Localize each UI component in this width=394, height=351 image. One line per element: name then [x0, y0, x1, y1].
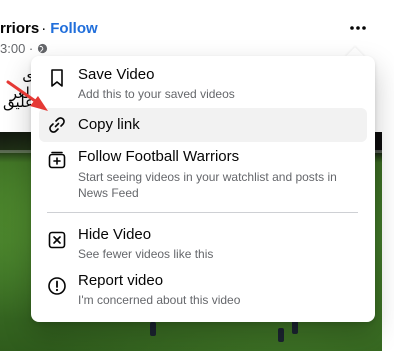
menu-item-hide-video[interactable]: Hide Video See fewer videos like this — [39, 220, 367, 266]
post-meta: 3:00 · — [0, 41, 48, 56]
globe-icon — [38, 43, 48, 54]
author-name[interactable]: rriors — [0, 20, 39, 37]
menu-divider — [47, 212, 358, 213]
menu-item-report-video[interactable]: Report video I'm concerned about this vi… — [39, 266, 367, 314]
report-alert-icon — [48, 277, 66, 295]
post-header: rriors · Follow — [0, 18, 98, 38]
menu-item-title: Report video — [78, 272, 164, 289]
more-options-button[interactable] — [344, 14, 372, 42]
menu-item-title: Copy link — [78, 116, 140, 133]
menu-item-title: Hide Video — [78, 226, 152, 243]
header-separator: · — [41, 19, 47, 37]
player-figure — [150, 322, 156, 336]
bookmark-icon — [51, 69, 63, 87]
hide-x-icon — [48, 231, 66, 249]
follow-add-icon — [48, 151, 66, 169]
player-figure — [292, 320, 298, 334]
post-text-line-2: علیق — [3, 93, 34, 111]
menu-item-title: Save Video — [78, 66, 155, 83]
menu-item-save-video[interactable]: Save Video Add this to your saved videos — [39, 62, 367, 108]
menu-item-subtitle: I'm concerned about this video — [78, 293, 241, 307]
menu-item-subtitle: Add this to your saved videos — [78, 87, 235, 101]
menu-item-title: Follow Football Warriors — [78, 148, 240, 165]
link-icon — [49, 117, 65, 133]
menu-item-subtitle: Start seeing videos in your watchlist an… — [78, 170, 337, 200]
post-options-menu: Save Video Add this to your saved videos… — [31, 56, 375, 322]
post-timestamp[interactable]: 3:00 · — [0, 41, 33, 56]
more-dots-icon — [350, 26, 366, 30]
menu-item-subtitle: See fewer videos like this — [78, 247, 214, 261]
menu-item-copy-link[interactable]: Copy link — [39, 108, 367, 142]
player-figure — [278, 328, 284, 342]
menu-item-follow-page[interactable]: Follow Football Warriors Start seeing vi… — [39, 142, 367, 204]
follow-link[interactable]: Follow — [50, 20, 98, 37]
